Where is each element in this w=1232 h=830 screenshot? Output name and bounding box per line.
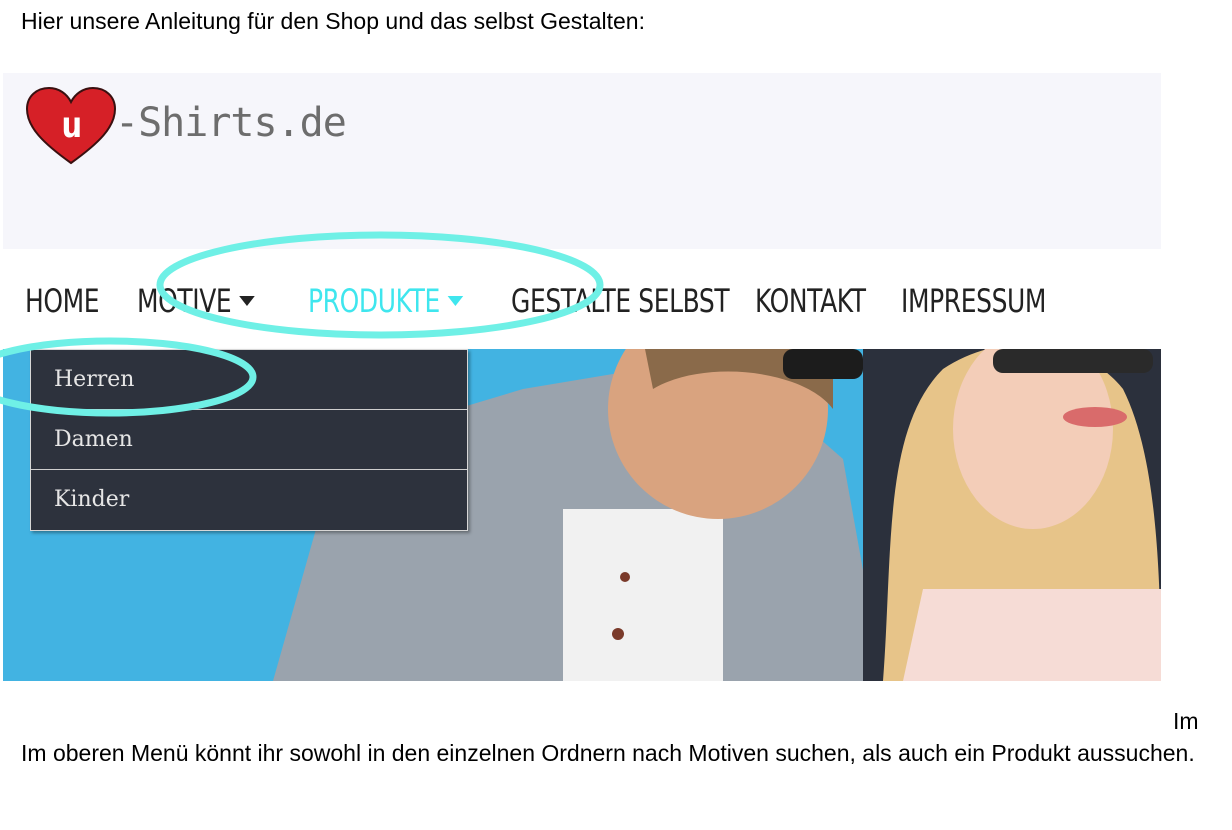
dropdown-item-label: Herren	[54, 367, 135, 392]
nav-item-produkte[interactable]: PRODUKTE	[308, 281, 464, 321]
intro-text: Hier unsere Anleitung für den Shop und d…	[21, 8, 645, 34]
nav-item-label: IMPRESSUM	[901, 282, 1047, 320]
nav-item-impressum[interactable]: IMPRESSUM	[901, 281, 1046, 321]
shop-header: u -Shirts.de	[3, 73, 1161, 249]
nav-item-kontakt[interactable]: KONTAKT	[755, 281, 866, 321]
dropdown-item-label: Kinder	[54, 487, 130, 512]
logo-text: -Shirts.de	[115, 100, 347, 146]
description-text: Im oberen Menü könnt ihr sowohl in den e…	[21, 740, 1195, 766]
dropdown-item-label: Damen	[54, 427, 133, 452]
shop-screenshot: u -Shirts.de HOME MOTIVE PRODUKTE GESTAL…	[3, 73, 1161, 681]
heart-logo-icon: u	[25, 86, 117, 165]
dropdown-item-kinder[interactable]: Kinder	[31, 470, 467, 530]
nav-item-gestalte-selbst[interactable]: GESTALTE SELBST	[511, 281, 730, 321]
caret-down-icon	[447, 296, 464, 306]
nav-item-label: PRODUKTE	[308, 282, 440, 320]
nav-item-home[interactable]: HOME	[25, 281, 100, 321]
nav-item-label: GESTALTE SELBST	[511, 282, 730, 320]
shop-logo[interactable]: u -Shirts.de	[23, 85, 347, 167]
caret-down-icon	[239, 296, 255, 306]
produkte-dropdown: Herren Damen Kinder	[30, 349, 468, 531]
fragment-text: Im	[1173, 708, 1199, 734]
nav-item-label: HOME	[25, 282, 100, 320]
nav-item-label: MOTIVE	[137, 282, 232, 320]
dropdown-item-herren[interactable]: Herren	[31, 350, 467, 410]
dropdown-item-damen[interactable]: Damen	[31, 410, 467, 470]
nav-item-motive[interactable]: MOTIVE	[137, 281, 255, 321]
logo-heart-letter: u	[61, 105, 83, 146]
nav-item-label: KONTAKT	[755, 282, 866, 320]
main-nav: HOME MOTIVE PRODUKTE GESTALTE SELBST KON…	[3, 249, 1161, 349]
